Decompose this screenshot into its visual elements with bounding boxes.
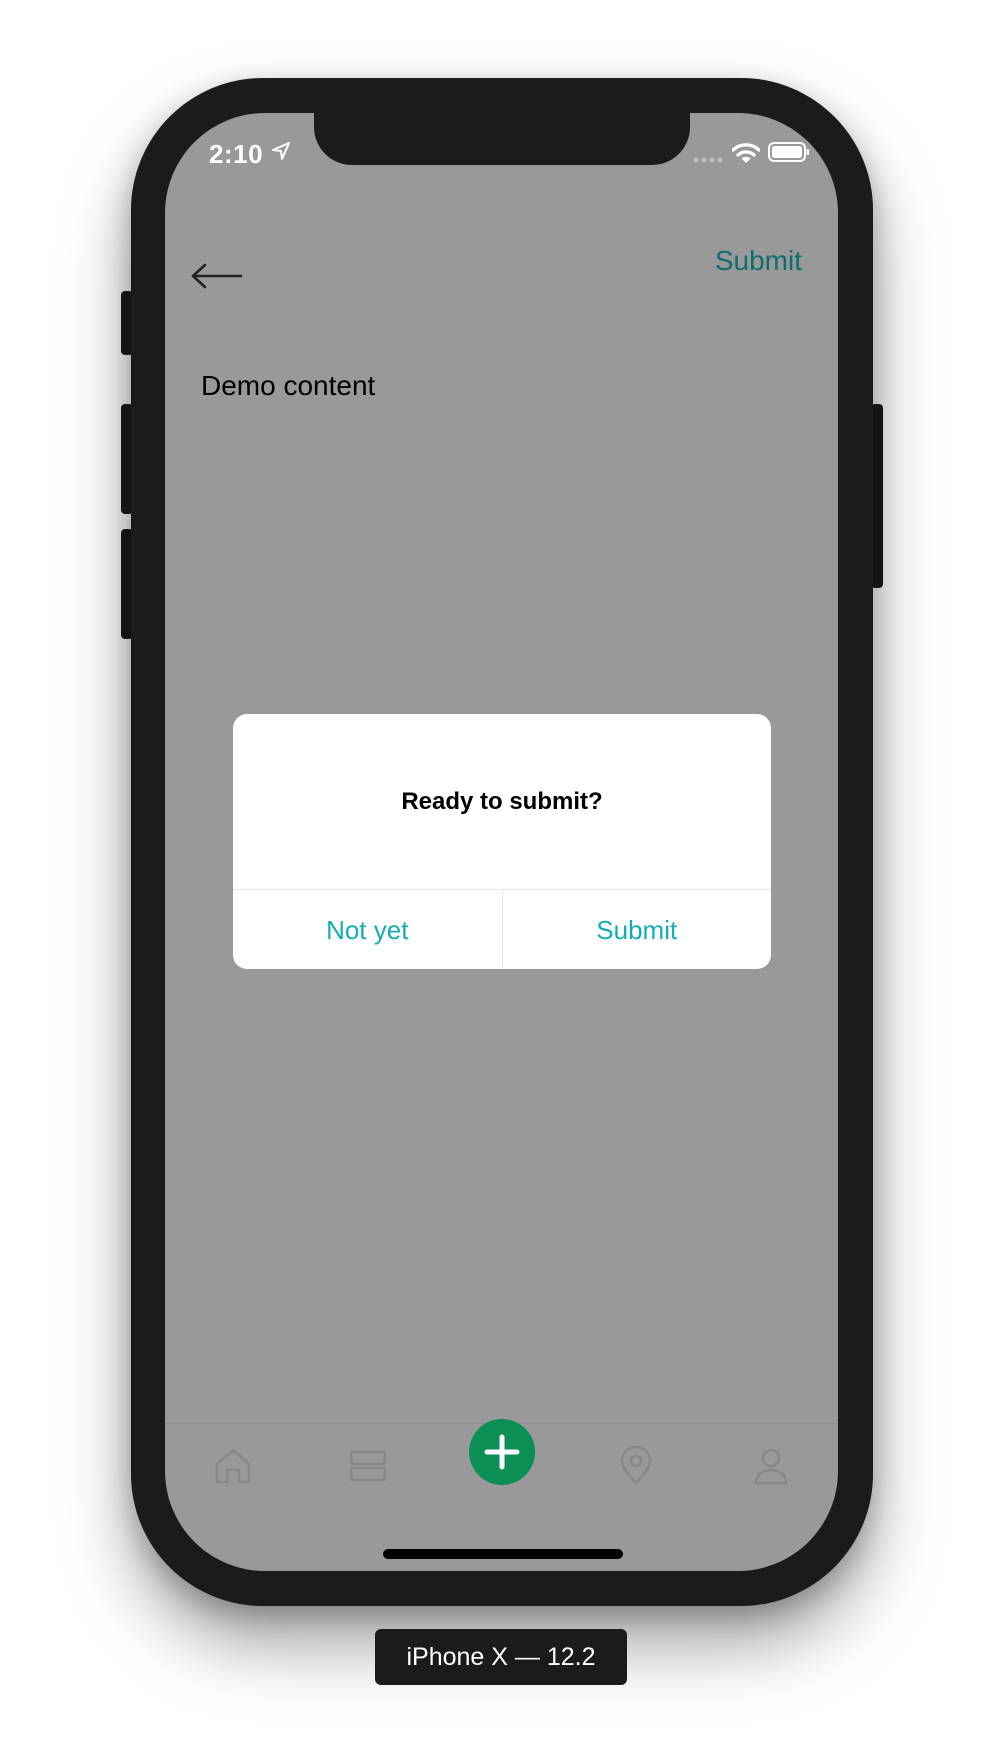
location-arrow-icon — [272, 142, 290, 160]
demo-content-text: Demo content — [201, 370, 376, 401]
device-name-label: iPhone X — 12.2 — [375, 1629, 627, 1685]
add-button[interactable] — [469, 1419, 535, 1485]
submit-alert-dialog: Ready to submit? Not yet Submit — [233, 714, 771, 969]
profile-icon[interactable] — [751, 1446, 791, 1486]
header-submit-button[interactable]: Submit — [715, 245, 802, 277]
status-time: 2:10 — [209, 139, 264, 169]
plus-icon — [484, 1434, 520, 1470]
phone-screen: 2:10 Submit Demo content Ready to submit… — [165, 113, 838, 1571]
arrow-left-icon[interactable] — [191, 255, 247, 297]
home-icon[interactable] — [213, 1446, 253, 1486]
alert-title: Ready to submit? — [401, 788, 603, 815]
battery-icon — [768, 142, 809, 162]
feed-icon[interactable] — [348, 1446, 388, 1486]
simulator-stage: 2:10 Submit Demo content Ready to submit… — [0, 0, 1004, 1758]
wifi-icon — [732, 143, 760, 163]
location-pin-icon[interactable] — [616, 1446, 656, 1486]
alert-actions: Not yet Submit — [233, 889, 771, 969]
home-indicator[interactable] — [383, 1549, 623, 1559]
notch — [314, 113, 690, 165]
not-yet-button[interactable]: Not yet — [233, 890, 503, 969]
cellular-signal-icon — [693, 157, 723, 163]
alert-submit-button[interactable]: Submit — [503, 890, 772, 969]
